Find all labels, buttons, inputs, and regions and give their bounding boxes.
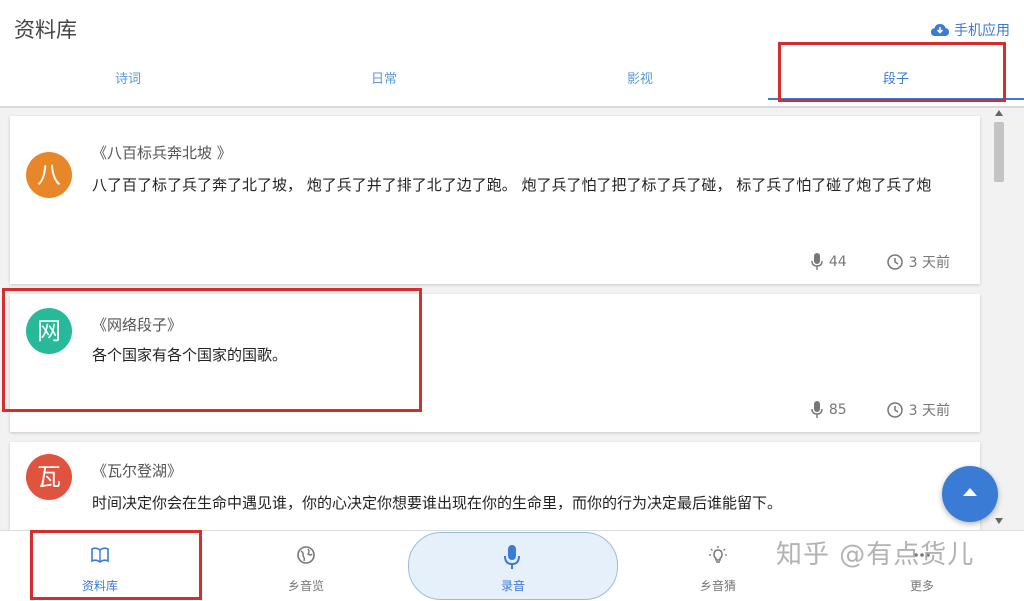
- avatar: 八: [26, 152, 72, 198]
- scroll-up-icon[interactable]: [995, 110, 1003, 116]
- watermark: 知乎 @有点货儿: [776, 540, 975, 570]
- card-title: 《八百标兵奔北坡 》: [92, 144, 232, 162]
- globe-icon: [297, 546, 315, 564]
- mobile-app-label: 手机应用: [954, 23, 1010, 39]
- clock-icon: [886, 402, 903, 418]
- list-item[interactable]: 瓦 《瓦尔登湖》 时间决定你会在生命中遇见谁，你的心决定你想要谁出现在你的生命里…: [10, 442, 980, 530]
- page-title: 资料库: [14, 18, 77, 42]
- card-meta: 44 3 天前: [811, 252, 950, 272]
- cloud-download-icon: [931, 24, 949, 36]
- play-count-value: 85: [828, 402, 847, 418]
- highlight-tab-jokes: [778, 42, 1006, 102]
- tab-movies[interactable]: 影视: [512, 62, 768, 106]
- scroll-to-top-button[interactable]: [942, 466, 998, 522]
- card-meta: 85 3 天前: [811, 400, 950, 420]
- mobile-app-link[interactable]: 手机应用: [931, 20, 1010, 40]
- nav-dialect-browse[interactable]: 乡音览: [236, 531, 376, 601]
- nav-more-label: 更多: [909, 579, 934, 593]
- play-count: 44: [811, 252, 847, 272]
- card-title: 《瓦尔登湖》: [92, 462, 183, 480]
- timestamp: 3 天前: [886, 252, 950, 272]
- highlight-nav-library: [30, 530, 202, 600]
- card-body: 时间决定你会在生命中遇见谁，你的心决定你想要谁出现在你的生命里，而你的行为决定最…: [92, 494, 783, 512]
- lightbulb-icon: [709, 546, 727, 563]
- list-item[interactable]: 八 《八百标兵奔北坡 》 八了百了标了兵了奔了北了坡， 炮了兵了并了排了北了边了…: [10, 116, 980, 284]
- record-label: 录音: [500, 579, 525, 593]
- microphone-icon: [811, 253, 823, 270]
- tab-poetry[interactable]: 诗词: [0, 62, 256, 106]
- tab-daily[interactable]: 日常: [256, 62, 512, 106]
- highlight-card-internet-joke: [2, 288, 422, 412]
- record-button[interactable]: 录音: [408, 532, 618, 600]
- avatar: 瓦: [26, 454, 72, 500]
- nav-dialect-guess-label: 乡音猜: [699, 579, 736, 593]
- scroll-thumb[interactable]: [994, 122, 1004, 182]
- nav-dialect-browse-label: 乡音览: [287, 579, 324, 593]
- feed-scrollbar[interactable]: [990, 108, 1010, 530]
- nav-dialect-guess[interactable]: 乡音猜: [648, 531, 788, 601]
- timestamp: 3 天前: [886, 400, 950, 420]
- clock-icon: [886, 254, 903, 270]
- scroll-down-icon[interactable]: [995, 518, 1003, 524]
- microphone-icon: [811, 401, 823, 418]
- timestamp-value: 3 天前: [908, 255, 950, 271]
- card-body: 八了百了标了兵了奔了北了坡， 炮了兵了并了排了北了边了跑。 炮了兵了怕了把了标了…: [92, 176, 932, 194]
- play-count: 85: [811, 400, 847, 420]
- play-count-value: 44: [828, 254, 847, 270]
- timestamp-value: 3 天前: [908, 403, 950, 419]
- microphone-icon: [504, 545, 520, 569]
